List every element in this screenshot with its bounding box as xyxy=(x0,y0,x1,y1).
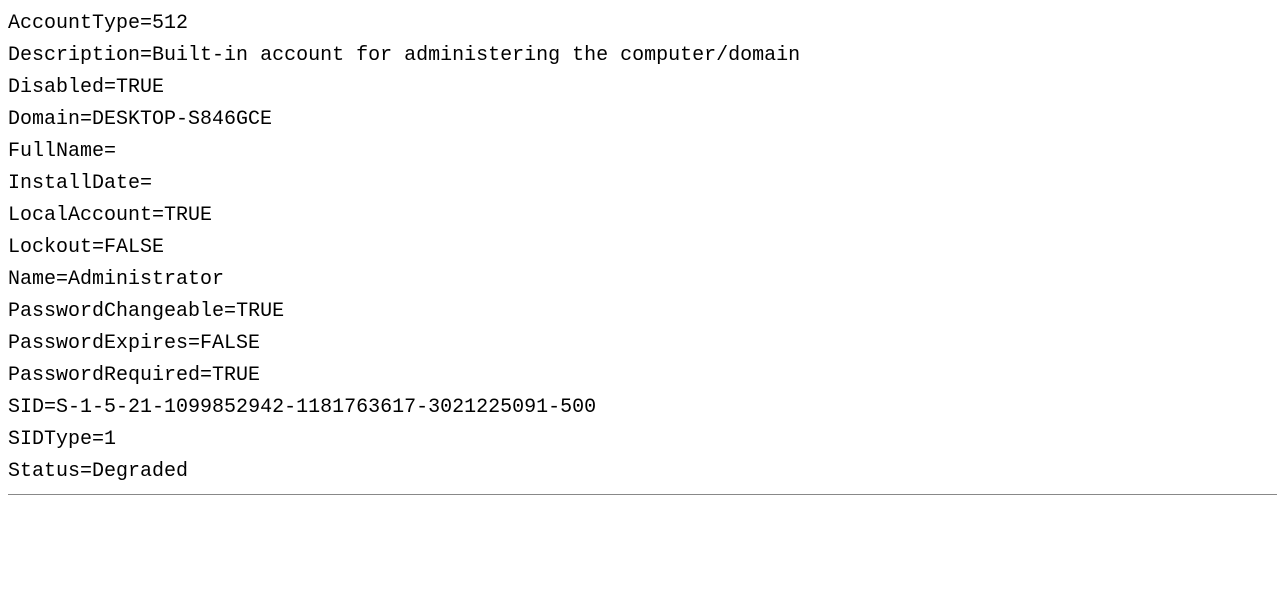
property-key: PasswordRequired xyxy=(8,364,200,387)
property-key: Domain xyxy=(8,108,80,131)
property-value: TRUE xyxy=(164,204,212,227)
property-value: Built-in account for administering the c… xyxy=(152,44,800,67)
property-value: Administrator xyxy=(68,268,224,291)
property-key: SID xyxy=(8,396,44,419)
property-line: PasswordChangeable=TRUE xyxy=(8,296,1277,328)
property-value: FALSE xyxy=(200,332,260,355)
property-key: LocalAccount xyxy=(8,204,152,227)
property-key: SIDType xyxy=(8,428,92,451)
property-key: Description xyxy=(8,44,140,67)
property-value: TRUE xyxy=(212,364,260,387)
property-value: FALSE xyxy=(104,236,164,259)
property-line: Name=Administrator xyxy=(8,264,1277,296)
property-line: AccountType=512 xyxy=(8,8,1277,40)
property-line: PasswordExpires=FALSE xyxy=(8,328,1277,360)
property-key: Disabled xyxy=(8,76,104,99)
property-line: LocalAccount=TRUE xyxy=(8,200,1277,232)
property-line: Status=Degraded xyxy=(8,456,1277,488)
property-key: PasswordChangeable xyxy=(8,300,224,323)
property-line: InstallDate= xyxy=(8,168,1277,200)
property-value: Degraded xyxy=(92,460,188,483)
property-line: Description=Built-in account for adminis… xyxy=(8,40,1277,72)
property-line: Lockout=FALSE xyxy=(8,232,1277,264)
property-value: S-1-5-21-1099852942-1181763617-302122509… xyxy=(56,396,596,419)
property-line: Domain=DESKTOP-S846GCE xyxy=(8,104,1277,136)
property-key: Lockout xyxy=(8,236,92,259)
property-line: FullName= xyxy=(8,136,1277,168)
property-line: SID=S-1-5-21-1099852942-1181763617-30212… xyxy=(8,392,1277,424)
property-line: PasswordRequired=TRUE xyxy=(8,360,1277,392)
property-key: FullName xyxy=(8,140,104,163)
property-value: 1 xyxy=(104,428,116,451)
property-line: SIDType=1 xyxy=(8,424,1277,456)
property-key: AccountType xyxy=(8,12,140,35)
property-key: PasswordExpires xyxy=(8,332,188,355)
wmic-output-block: AccountType=512Description=Built-in acco… xyxy=(8,8,1277,495)
property-key: InstallDate xyxy=(8,172,140,195)
property-line: Disabled=TRUE xyxy=(8,72,1277,104)
property-value: TRUE xyxy=(236,300,284,323)
property-value: DESKTOP-S846GCE xyxy=(92,108,272,131)
property-key: Name xyxy=(8,268,56,291)
property-value: TRUE xyxy=(116,76,164,99)
property-key: Status xyxy=(8,460,80,483)
property-value: 512 xyxy=(152,12,188,35)
